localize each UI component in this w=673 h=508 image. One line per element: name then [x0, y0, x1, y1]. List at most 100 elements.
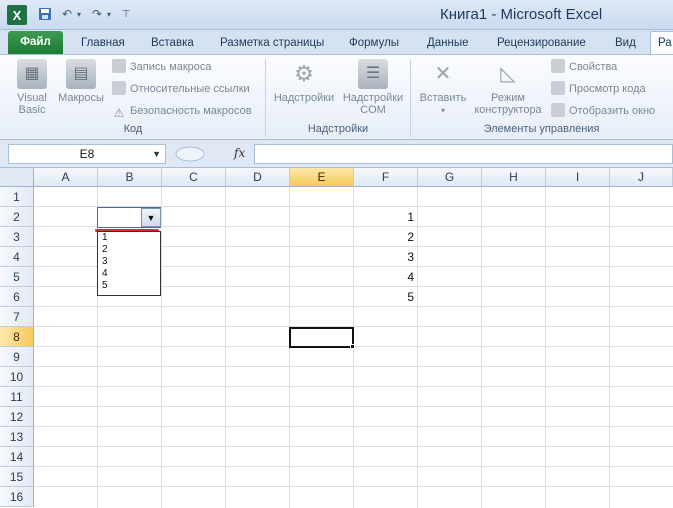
tools-icon: ✕ — [434, 63, 452, 85]
gridline — [34, 486, 673, 487]
chevron-down-icon[interactable]: ▼ — [152, 145, 161, 163]
col-header-i[interactable]: I — [546, 168, 610, 187]
ribbon-tabs: Файл Главная Вставка Разметка страницы Ф… — [0, 30, 673, 55]
macros-button[interactable]: ▤ Макросы — [56, 59, 106, 104]
row-header-11[interactable]: 11 — [0, 387, 34, 407]
save-icon[interactable] — [36, 5, 54, 23]
tab-formulas[interactable]: Формулы — [343, 32, 405, 54]
cell-f5[interactable]: 4 — [354, 267, 414, 287]
select-all-corner[interactable] — [0, 168, 34, 187]
warning-icon: ⚠ — [113, 106, 125, 120]
macros-icon: ▤ — [66, 59, 96, 89]
gridline — [225, 187, 226, 508]
run-dialog-icon — [551, 103, 565, 117]
macro-security-button[interactable]: ⚠ Безопасность макросов — [112, 102, 252, 120]
row-header-7[interactable]: 7 — [0, 307, 34, 327]
customize-qat-icon[interactable]: ⊤ — [120, 5, 132, 23]
col-header-d[interactable]: D — [226, 168, 290, 187]
cell-f3[interactable]: 2 — [354, 227, 414, 247]
tab-file[interactable]: Файл — [8, 31, 63, 54]
group-label-addins: Надстройки — [307, 123, 369, 135]
excel-logo-icon[interactable]: X — [7, 5, 27, 25]
gridline — [417, 187, 418, 508]
run-dialog-button[interactable]: Отобразить окно — [551, 102, 655, 120]
row-header-9[interactable]: 9 — [0, 347, 34, 367]
row-header-13[interactable]: 13 — [0, 427, 34, 447]
fill-handle[interactable] — [350, 344, 355, 349]
active-cell-e8[interactable] — [289, 327, 354, 348]
col-header-h[interactable]: H — [482, 168, 546, 187]
com-addins-button[interactable]: ☰ Надстройки COM — [340, 59, 406, 116]
col-header-g[interactable]: G — [418, 168, 482, 187]
dropdown-option-5[interactable]: 5 — [98, 280, 160, 292]
tab-review[interactable]: Рецензирование — [491, 32, 592, 54]
cell-f6[interactable]: 5 — [354, 287, 414, 307]
dropdown-option-3[interactable]: 3 — [98, 256, 160, 268]
gridline — [34, 446, 673, 447]
row-header-8[interactable]: 8 — [0, 327, 34, 347]
visual-basic-icon: ▦ — [17, 59, 47, 89]
record-macro-button[interactable]: Запись макроса — [112, 58, 212, 76]
ribbon: ▦ Visual Basic ▤ Макросы Запись макроса … — [0, 54, 673, 140]
visual-basic-button[interactable]: ▦ Visual Basic — [10, 59, 54, 116]
col-header-c[interactable]: C — [162, 168, 226, 187]
col-header-j[interactable]: J — [610, 168, 673, 187]
record-macro-icon — [112, 59, 126, 73]
title-bar: X ↶ ▾ ↷ ▾ ⊤ Книга1 - Microsoft Excel — [0, 0, 673, 30]
tab-data[interactable]: Данные — [421, 32, 475, 54]
chevron-down-icon: ▾ — [440, 106, 445, 115]
col-header-a[interactable]: A — [34, 168, 98, 187]
properties-button[interactable]: Свойства — [551, 58, 617, 76]
redo-dropdown-icon[interactable]: ▾ — [104, 5, 114, 23]
gridline — [545, 187, 546, 508]
insert-control-button[interactable]: ✕ Вставить ▾ — [414, 59, 472, 117]
row-header-12[interactable]: 12 — [0, 407, 34, 427]
col-header-b[interactable]: B — [98, 168, 162, 187]
formula-controls: fx — [170, 144, 254, 164]
gridline — [161, 187, 162, 508]
row-header-15[interactable]: 15 — [0, 467, 34, 487]
view-code-button[interactable]: Просмотр кода — [551, 80, 646, 98]
row-header-3[interactable]: 3 — [0, 227, 34, 247]
dropdown-option-1[interactable]: 1 — [98, 232, 160, 244]
dropdown-option-2[interactable]: 2 — [98, 244, 160, 256]
design-mode-button[interactable]: ◺ Режим конструктора — [470, 59, 546, 116]
tab-home[interactable]: Главная — [75, 32, 131, 54]
tab-insert[interactable]: Вставка — [145, 32, 200, 54]
gridline — [481, 187, 482, 508]
dropdown-option-4[interactable]: 4 — [98, 268, 160, 280]
dropdown-arrow-button[interactable]: ▼ — [141, 208, 161, 227]
col-header-f[interactable]: F — [354, 168, 418, 187]
gear-icon: ⚙ — [294, 61, 314, 86]
tab-view[interactable]: Вид — [609, 32, 642, 54]
group-label-controls: Элементы управления — [483, 123, 600, 135]
row-header-6[interactable]: 6 — [0, 287, 34, 307]
row-header-14[interactable]: 14 — [0, 447, 34, 467]
row-header-4[interactable]: 4 — [0, 247, 34, 267]
gridline — [34, 386, 673, 387]
design-mode-icon: ◺ — [500, 63, 516, 85]
cell-f4[interactable]: 3 — [354, 247, 414, 267]
name-box[interactable]: E8 ▼ — [8, 144, 166, 164]
row-header-16[interactable]: 16 — [0, 487, 34, 507]
gridline — [34, 406, 673, 407]
row-header-2[interactable]: 2 — [0, 207, 34, 227]
gridline — [34, 426, 673, 427]
resize-handle-icon[interactable] — [170, 144, 220, 164]
col-header-e[interactable]: E — [290, 168, 354, 187]
dropdown-list: 1 2 3 4 5 — [97, 231, 161, 296]
undo-dropdown-icon[interactable]: ▾ — [74, 5, 84, 23]
addins-button[interactable]: ⚙ Надстройки — [270, 59, 338, 105]
chevron-down-icon: ▼ — [146, 212, 156, 223]
com-addins-icon: ☰ — [358, 59, 388, 89]
row-header-5[interactable]: 5 — [0, 267, 34, 287]
relative-refs-button[interactable]: Относительные ссылки — [112, 80, 250, 98]
formula-input[interactable] — [254, 144, 673, 164]
group-label-code: Код — [123, 123, 143, 135]
row-header-10[interactable]: 10 — [0, 367, 34, 387]
tab-developer[interactable]: Ра — [650, 31, 673, 55]
insert-function-icon[interactable]: fx — [234, 146, 245, 160]
row-header-1[interactable]: 1 — [0, 187, 34, 207]
tab-page-layout[interactable]: Разметка страницы — [214, 32, 330, 54]
cell-f2[interactable]: 1 — [354, 207, 414, 227]
